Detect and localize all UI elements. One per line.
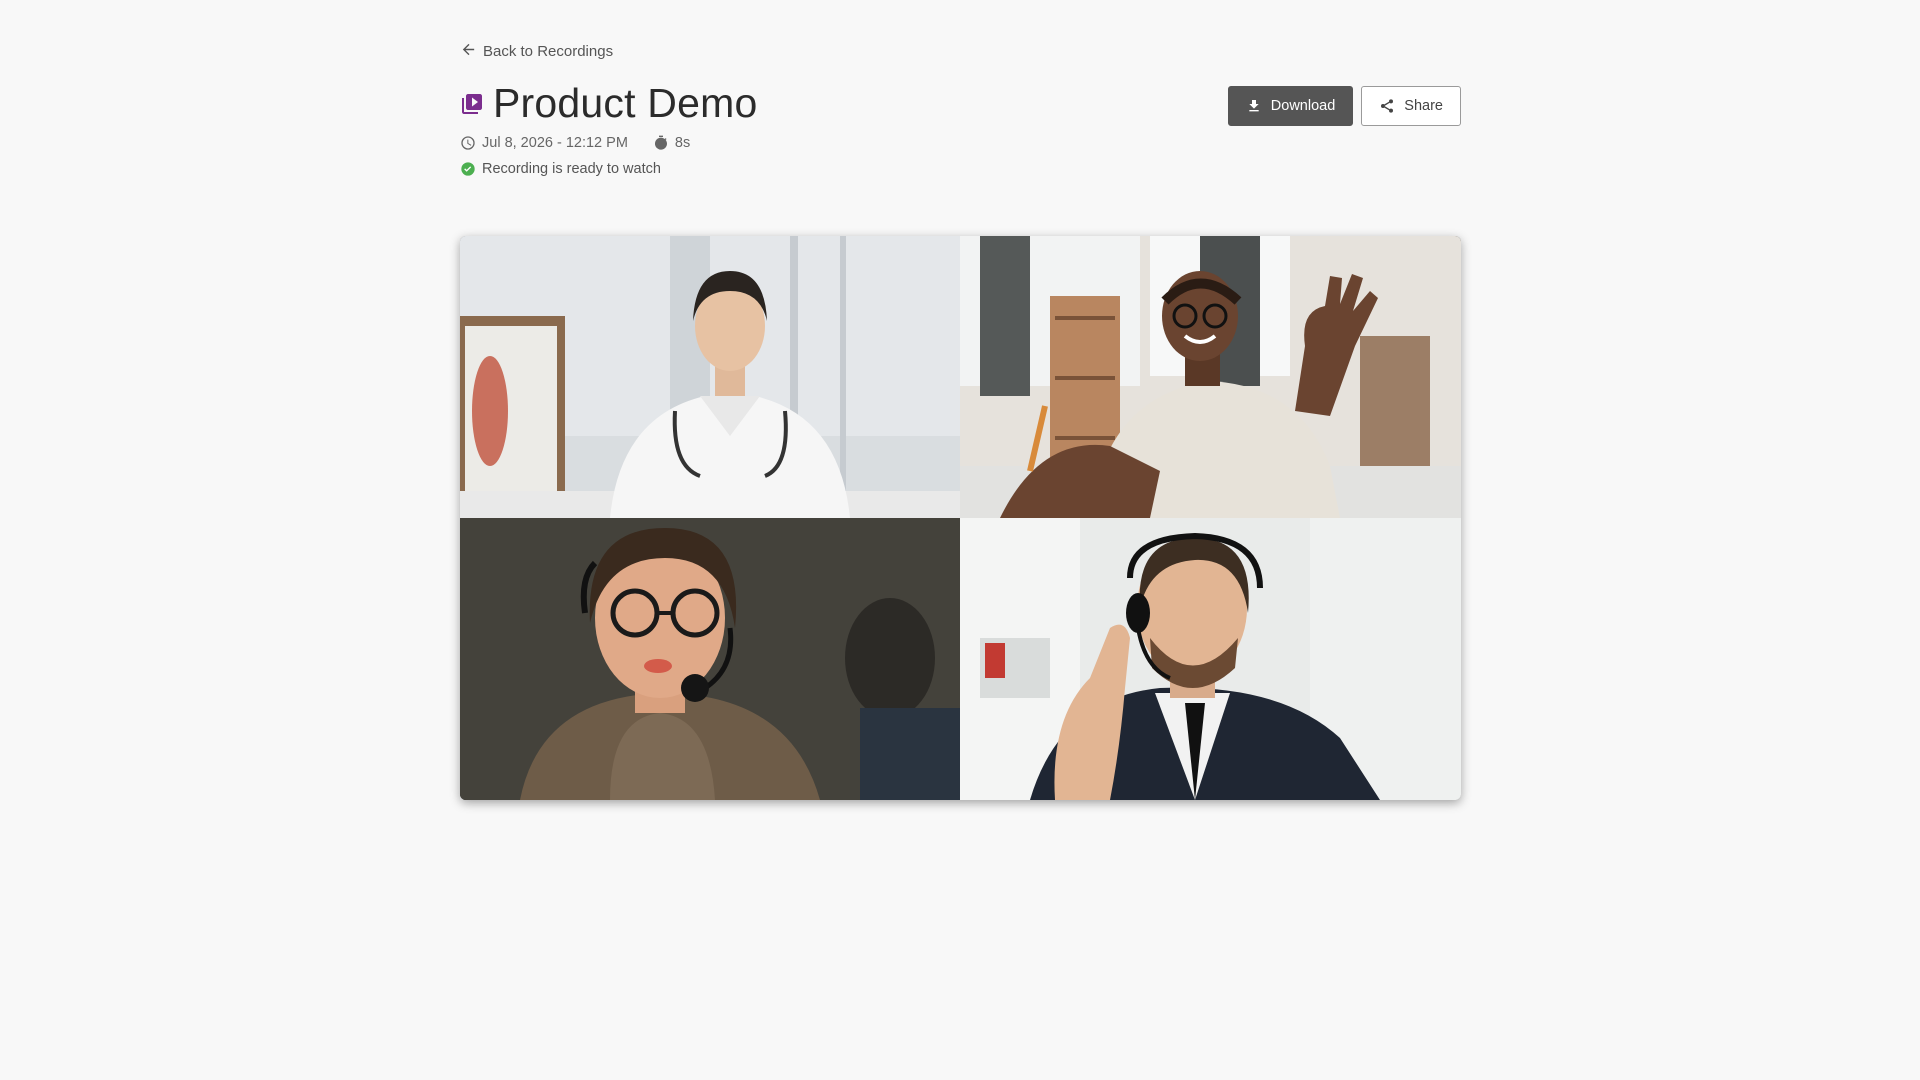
share-button[interactable]: Share [1361, 86, 1461, 126]
download-button-label: Download [1270, 98, 1336, 114]
recording-duration: 8s [653, 135, 690, 151]
participant-video-1 [460, 236, 960, 518]
participant-video-4 [960, 518, 1461, 800]
share-icon [1379, 98, 1395, 114]
recording-date: Jul 8, 2026 - 12:12 PM [460, 135, 628, 151]
page-title: Product Demo [493, 80, 758, 126]
video-library-icon [460, 92, 484, 116]
download-icon [1246, 98, 1262, 114]
title-row: Product Demo [460, 80, 757, 127]
back-link-label: Back to Recordings [483, 43, 614, 60]
clock-icon [460, 135, 476, 151]
participant-video-3 [460, 518, 960, 800]
recording-status: Recording is ready to watch [460, 161, 661, 177]
check-circle-icon [460, 161, 476, 177]
video-player[interactable] [460, 236, 1461, 800]
participant-video-2 [960, 236, 1461, 518]
recording-meta: Jul 8, 2026 - 12:12 PM 8s [460, 135, 715, 151]
timer-icon [653, 135, 669, 151]
recording-actions: Download Share [1227, 86, 1461, 126]
share-button-label: Share [1404, 98, 1443, 114]
back-to-recordings-link[interactable]: Back to Recordings [460, 41, 613, 62]
arrow-left-icon [460, 41, 477, 62]
recording-duration-text: 8s [674, 135, 691, 151]
download-button[interactable]: Download [1227, 86, 1354, 126]
recording-status-text: Recording is ready to watch [482, 161, 661, 177]
recording-date-text: Jul 8, 2026 - 12:12 PM [482, 135, 628, 151]
